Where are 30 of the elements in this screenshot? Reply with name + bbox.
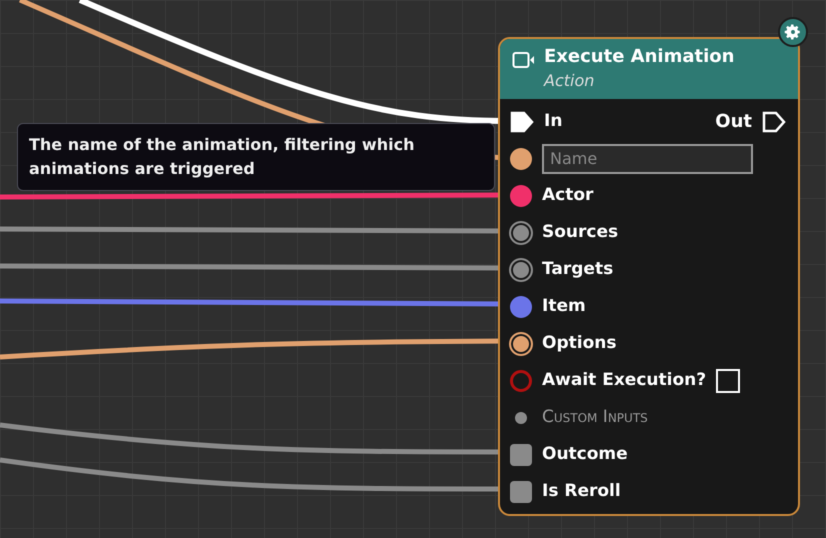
section-label: Custom Inputs	[542, 406, 648, 429]
input-label: Await Execution?	[542, 368, 706, 392]
pin-icon[interactable]	[510, 258, 532, 280]
pin-icon[interactable]	[510, 296, 532, 318]
node-subtitle: Action	[544, 70, 596, 92]
output-label: Out	[715, 110, 752, 134]
exec-pin-icon[interactable]	[510, 110, 534, 132]
pin-icon[interactable]	[510, 222, 532, 244]
tooltip-text: The name of the animation, filtering which animations are triggered	[29, 134, 416, 180]
video-camera-icon	[512, 51, 536, 69]
name-field[interactable]: Name	[542, 144, 753, 174]
ring-pin-icon[interactable]	[510, 370, 532, 392]
square-pin-icon[interactable]	[510, 480, 532, 502]
settings-icon	[784, 23, 802, 41]
settings-badge[interactable]	[778, 17, 808, 47]
input-label: Targets	[542, 258, 614, 281]
pin-icon[interactable]	[510, 184, 532, 206]
input-label: Options	[542, 332, 616, 355]
pin-icon[interactable]	[510, 148, 532, 170]
square-pin-icon[interactable]	[510, 444, 532, 466]
input-label: Sources	[542, 220, 618, 244]
input-label: In	[544, 110, 562, 133]
node-title: Execute Animation	[544, 45, 734, 69]
input-label: Outcome	[542, 442, 628, 466]
exec-pin-icon[interactable]	[762, 110, 786, 132]
pin-icon[interactable]	[510, 332, 532, 354]
input-label: Is Reroll	[542, 480, 621, 503]
checkbox[interactable]	[716, 368, 740, 392]
input-label: Actor	[542, 184, 594, 207]
input-label: Item	[542, 294, 586, 318]
